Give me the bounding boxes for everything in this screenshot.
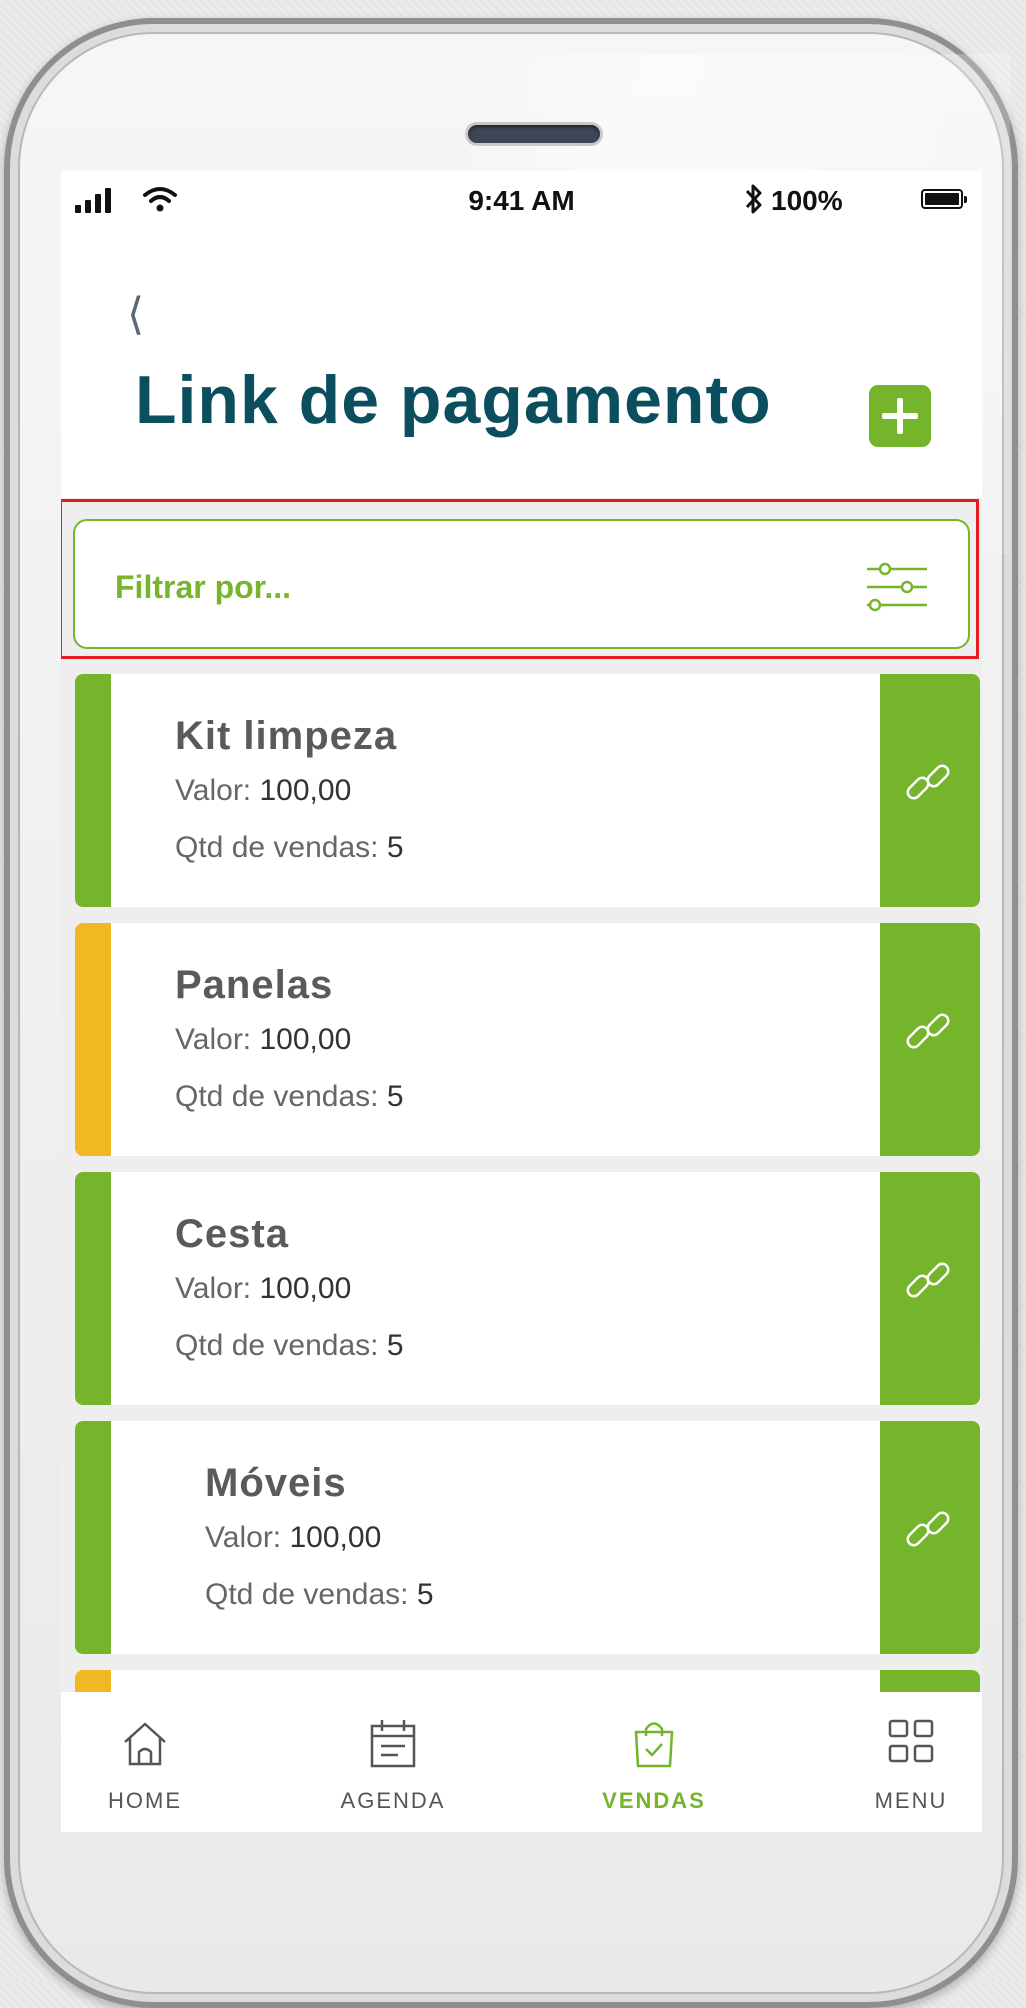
link-icon bbox=[906, 1013, 950, 1049]
bluetooth-icon bbox=[745, 184, 762, 214]
nav-home[interactable]: HOME bbox=[65, 1692, 225, 1832]
payment-link-card[interactable]: Kit limpeza Valor: 100,00 Qtd de vendas:… bbox=[75, 674, 980, 907]
copy-link-button[interactable] bbox=[880, 674, 980, 907]
sliders-icon[interactable] bbox=[865, 559, 931, 615]
link-icon bbox=[906, 1511, 950, 1547]
card-qtd: Qtd de vendas: 5 bbox=[175, 1080, 404, 1113]
card-qtd: Qtd de vendas: 5 bbox=[205, 1578, 434, 1611]
filter-input[interactable]: Filtrar por... bbox=[73, 519, 970, 649]
payment-link-card[interactable]: Cesta Valor: 100,00 Qtd de vendas: 5 bbox=[75, 1172, 980, 1405]
card-title: Panelas bbox=[175, 963, 334, 1007]
link-icon bbox=[906, 1262, 950, 1298]
link-icon bbox=[906, 764, 950, 800]
status-strip bbox=[75, 1172, 111, 1405]
page-header: ⟨ Link de pagamento bbox=[61, 233, 982, 498]
card-title: Móveis bbox=[205, 1461, 347, 1505]
nav-agenda[interactable]: AGENDA bbox=[308, 1692, 478, 1832]
copy-link-button[interactable] bbox=[880, 923, 980, 1156]
card-valor: Valor: 100,00 bbox=[205, 1521, 382, 1554]
payment-link-card[interactable]: Móveis Valor: 100,00 Qtd de vendas: 5 bbox=[75, 1421, 980, 1654]
grid-icon bbox=[888, 1719, 934, 1763]
status-strip bbox=[75, 674, 111, 907]
card-qtd: Qtd de vendas: 5 bbox=[175, 831, 404, 864]
copy-link-button[interactable] bbox=[880, 1421, 980, 1654]
status-bar: 9:41 AM 100% bbox=[61, 171, 982, 233]
card-qtd: Qtd de vendas: 5 bbox=[175, 1329, 404, 1362]
card-valor: Valor: 100,00 bbox=[175, 1023, 352, 1056]
nav-menu-label: MENU bbox=[874, 1788, 948, 1813]
nav-home-label: HOME bbox=[108, 1788, 182, 1813]
card-valor: Valor: 100,00 bbox=[175, 1272, 352, 1305]
home-icon bbox=[124, 1722, 166, 1766]
shopping-bag-icon bbox=[634, 1722, 674, 1768]
copy-link-button[interactable] bbox=[880, 1172, 980, 1405]
battery-icon bbox=[921, 189, 967, 209]
card-title: Kit limpeza bbox=[175, 714, 398, 758]
payment-link-card[interactable]: Panelas Valor: 100,00 Qtd de vendas: 5 bbox=[75, 923, 980, 1156]
status-strip bbox=[75, 923, 111, 1156]
nav-vendas[interactable]: VENDAS bbox=[574, 1692, 734, 1832]
nav-menu[interactable]: MENU bbox=[841, 1692, 981, 1832]
card-valor: Valor: 100,00 bbox=[175, 774, 352, 807]
calendar-icon bbox=[370, 1720, 416, 1768]
page-title: Link de pagamento bbox=[135, 362, 772, 438]
earpiece-speaker bbox=[468, 125, 600, 143]
chevron-left-icon[interactable]: ⟨ bbox=[127, 289, 144, 340]
status-strip bbox=[75, 1421, 111, 1654]
nav-agenda-label: AGENDA bbox=[340, 1788, 446, 1813]
bottom-navigation: HOME AGENDA VENDAS MENU bbox=[61, 1692, 982, 1832]
filter-placeholder: Filtrar por... bbox=[115, 569, 292, 605]
battery-percentage: 100% bbox=[771, 185, 843, 216]
nav-vendas-label: VENDAS bbox=[602, 1788, 706, 1813]
status-time: 9:41 AM bbox=[468, 185, 575, 216]
add-link-button[interactable] bbox=[869, 385, 931, 447]
card-title: Cesta bbox=[175, 1212, 289, 1256]
app-screen: 9:41 AM 100% ⟨ Link de pagamento Filtrar… bbox=[61, 171, 982, 1832]
